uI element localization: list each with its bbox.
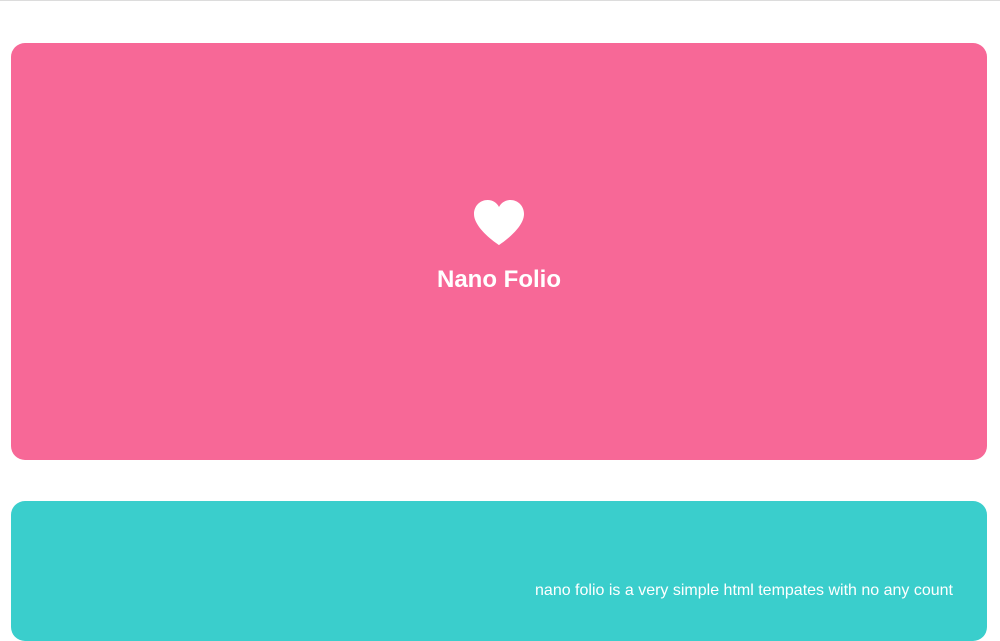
about-card: nano folio is a very simple html tempate… [11,501,987,641]
hero-title: Nano Folio [437,266,561,293]
hero-card: Nano Folio [11,43,987,460]
top-divider [0,0,1000,1]
heart-icon [474,200,524,245]
about-text: nano folio is a very simple html tempate… [535,582,953,599]
hero-content: Nano Folio [11,199,987,295]
